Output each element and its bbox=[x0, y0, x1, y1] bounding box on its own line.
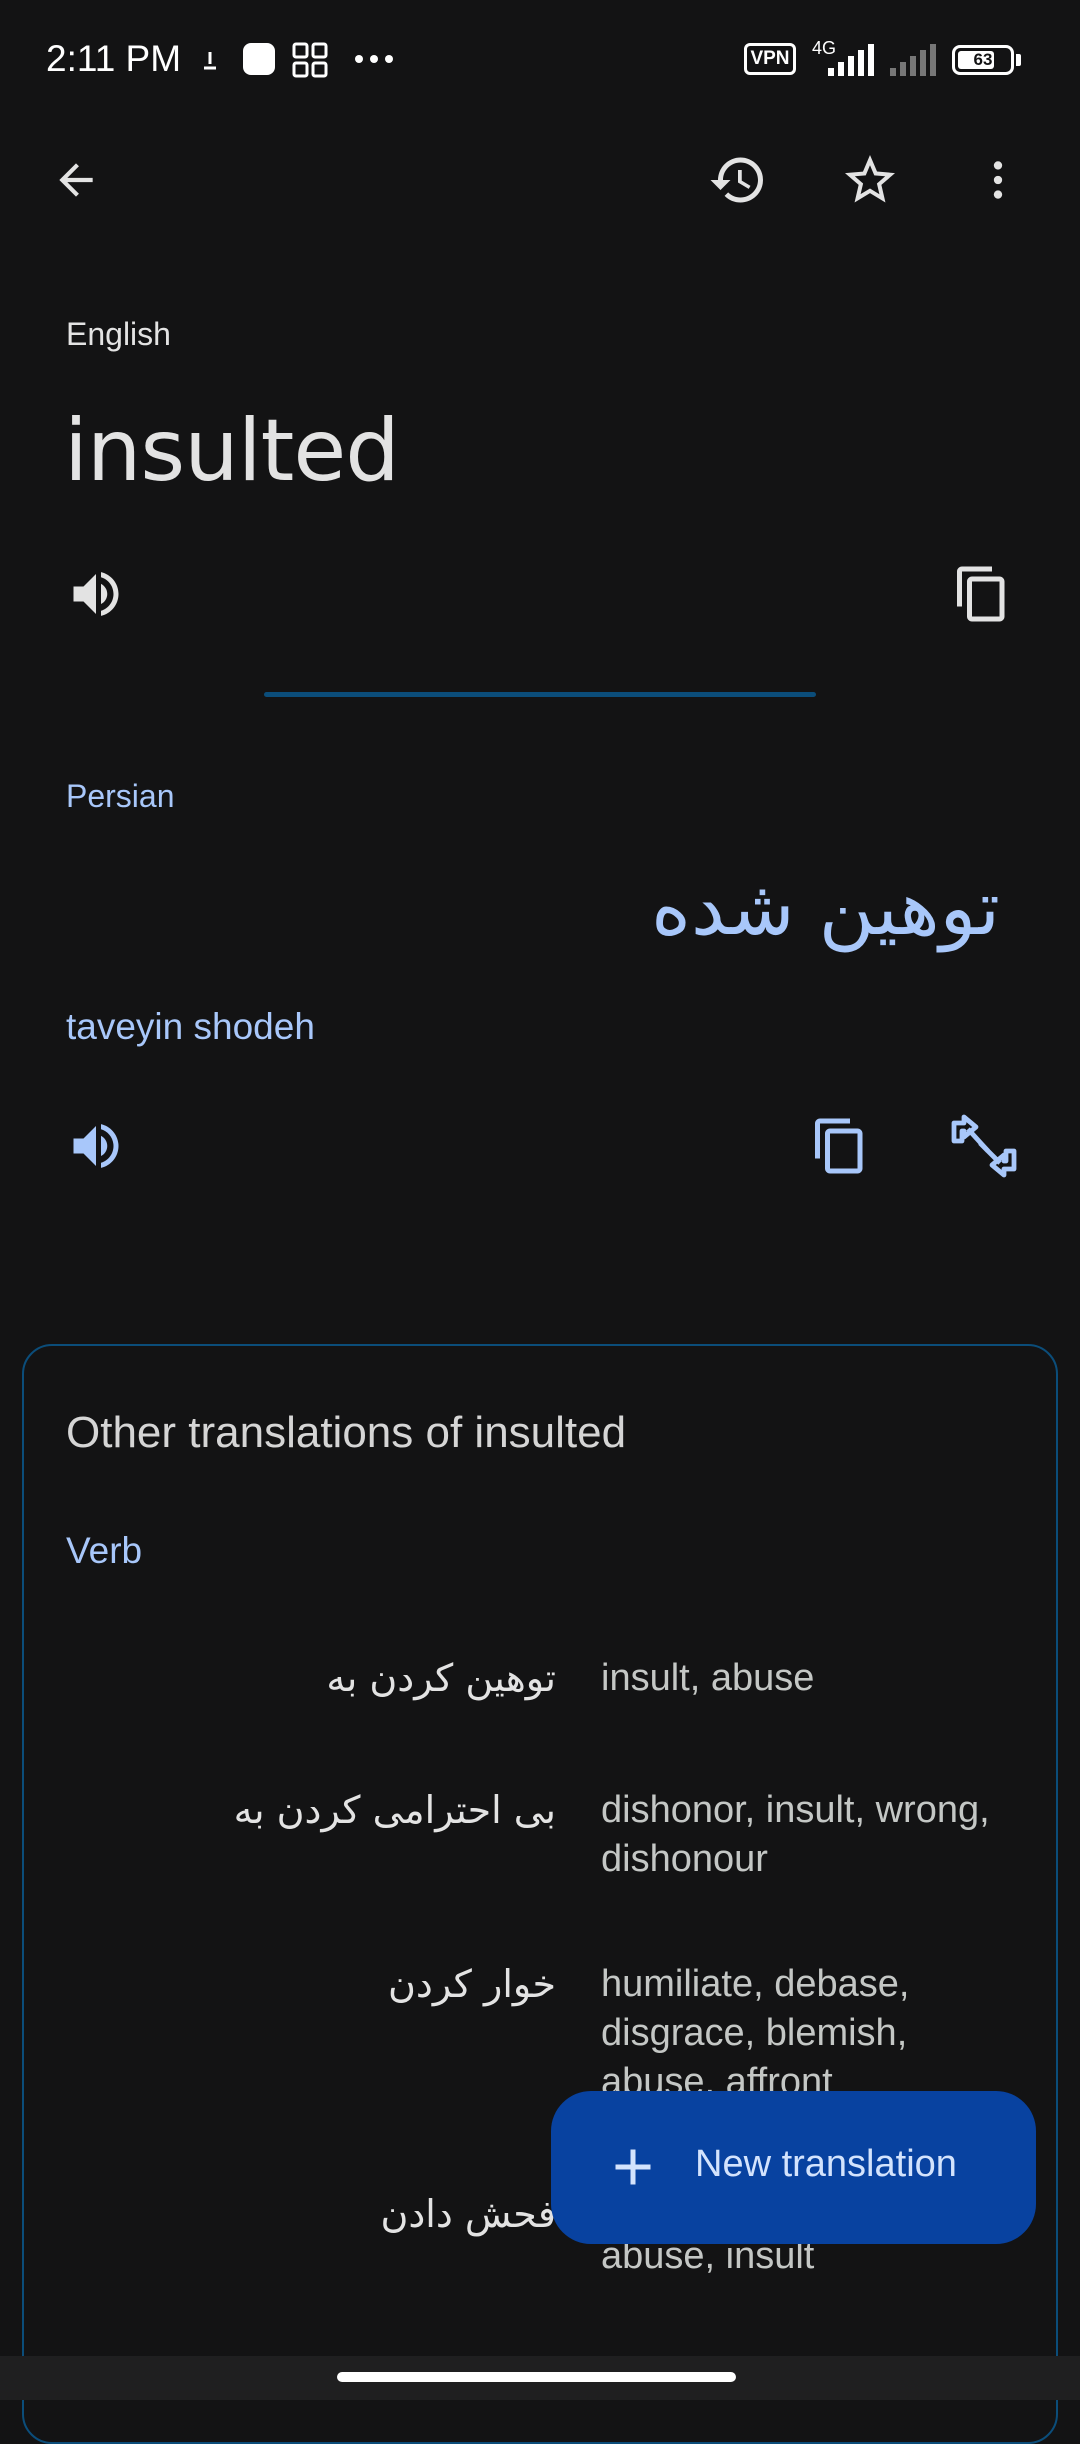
grid-apps-icon bbox=[292, 42, 328, 78]
arrow-back-icon bbox=[59, 163, 93, 197]
swap-languages-button[interactable] bbox=[944, 1106, 1024, 1186]
more-notifications-icon bbox=[355, 55, 393, 63]
section-divider bbox=[264, 692, 816, 697]
history-icon bbox=[710, 157, 763, 203]
copy-icon bbox=[815, 1118, 863, 1174]
translation-row-persian: توهین کردن به bbox=[326, 1656, 556, 1700]
plus-icon bbox=[615, 2149, 651, 2185]
copy-icon bbox=[957, 566, 1005, 622]
source-language-label: English bbox=[66, 316, 171, 352]
star-outline-icon bbox=[845, 155, 895, 203]
source-text[interactable]: insulted bbox=[64, 408, 400, 494]
part-of-speech-label: Verb bbox=[66, 1530, 143, 1571]
translation-row-english: dishonor, insult, wrong, dishonour bbox=[601, 1789, 990, 1880]
notification-small-icon bbox=[204, 52, 216, 70]
target-copy-button[interactable] bbox=[800, 1106, 880, 1186]
target-text[interactable]: توهین شده bbox=[651, 870, 1000, 946]
signal-strength-icon bbox=[828, 44, 874, 76]
battery-tip bbox=[1016, 54, 1021, 66]
more-vert-icon bbox=[993, 161, 1003, 199]
translation-row-persian: فحش دادن bbox=[380, 2192, 556, 2236]
status-bar: 2:11 PM VPN 4G 63 bbox=[0, 0, 1080, 120]
gesture-handle[interactable] bbox=[337, 2372, 736, 2382]
target-listen-button[interactable] bbox=[56, 1106, 136, 1186]
swap-icon bbox=[951, 1114, 1017, 1178]
favorite-button[interactable] bbox=[830, 140, 910, 220]
back-button[interactable] bbox=[36, 140, 116, 220]
translation-row-english: insult, abuse bbox=[601, 1657, 815, 1699]
vpn-label: VPN bbox=[750, 48, 790, 69]
battery-level: 63 bbox=[973, 50, 993, 69]
translation-row-persian: بی احترامی کردن به bbox=[233, 1788, 556, 1832]
signal-strength-2-icon bbox=[890, 44, 936, 76]
source-listen-button[interactable] bbox=[56, 554, 136, 634]
new-translation-button[interactable]: New translation bbox=[551, 2091, 1036, 2244]
battery-icon: 63 bbox=[952, 45, 1014, 75]
translation-row-persian: خوار کردن bbox=[388, 1962, 556, 2006]
transliteration-text: taveyin shodeh bbox=[66, 1006, 315, 1047]
history-button[interactable] bbox=[698, 140, 778, 220]
app-square-icon bbox=[243, 43, 275, 75]
new-translation-label: New translation bbox=[695, 2143, 957, 2185]
source-copy-button[interactable] bbox=[942, 554, 1022, 634]
status-time: 2:11 PM bbox=[46, 38, 182, 79]
more-options-button[interactable] bbox=[958, 140, 1038, 220]
translation-row-english: humiliate, debase, disgrace, blemish, ab… bbox=[601, 1963, 910, 2103]
vpn-badge: VPN bbox=[744, 43, 796, 75]
volume-up-icon bbox=[73, 572, 119, 616]
target-language-label: Persian bbox=[66, 778, 175, 814]
volume-up-icon bbox=[73, 1124, 119, 1168]
other-translations-title: Other translations of insulted bbox=[66, 1408, 627, 1457]
